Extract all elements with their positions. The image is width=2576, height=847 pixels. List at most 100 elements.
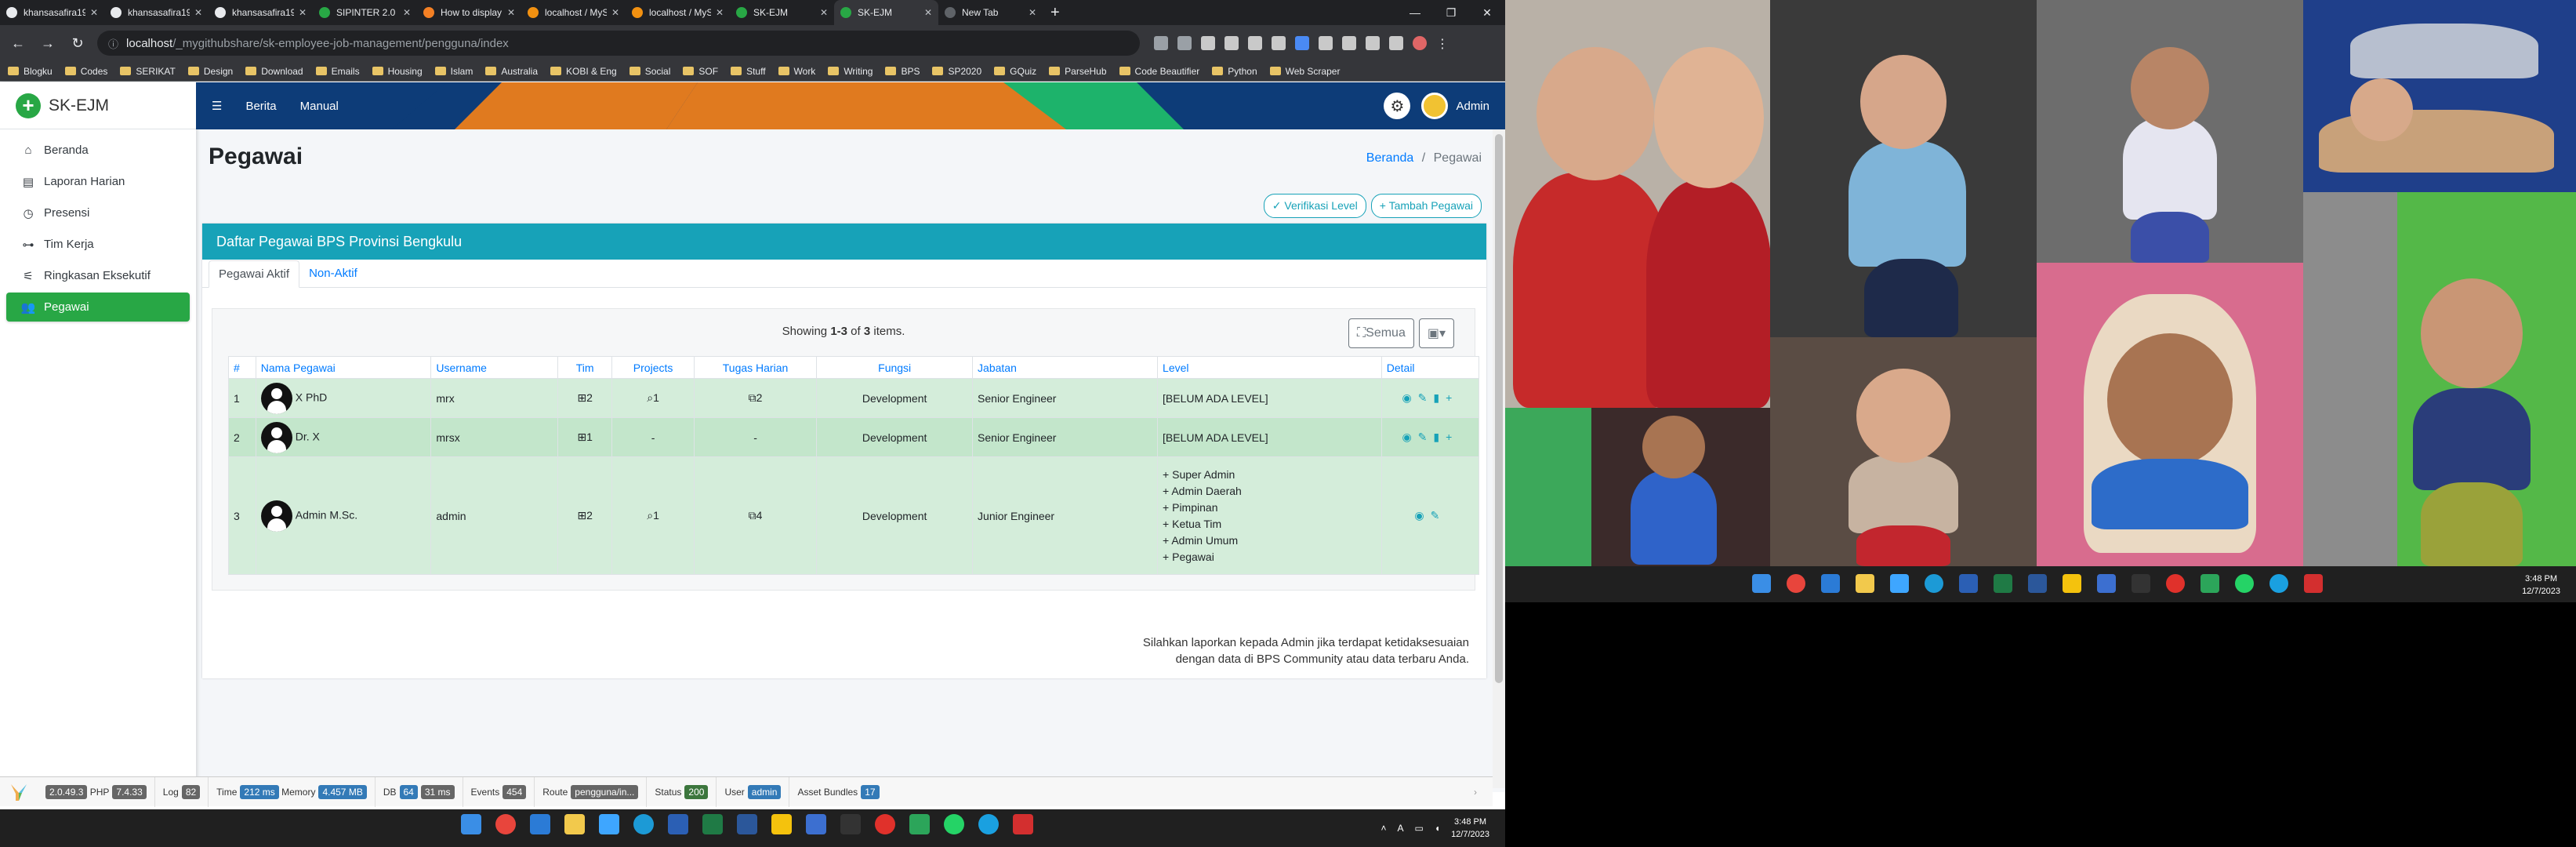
bookmark-item[interactable]: ParseHub [1049, 66, 1107, 77]
security-icon[interactable] [806, 814, 826, 834]
globe-icon[interactable] [2269, 574, 2288, 593]
terminal-icon[interactable] [840, 814, 861, 834]
extension-icon[interactable] [1225, 36, 1239, 50]
bookmark-item[interactable]: Work [778, 66, 815, 77]
bookmark-item[interactable]: Python [1212, 66, 1257, 77]
debug-assets[interactable]: Asset Bundles 17 [789, 777, 887, 807]
sidebar-item-pegawai[interactable]: 👥 Pegawai [6, 293, 190, 322]
extension-icon[interactable] [1319, 36, 1333, 50]
excel-icon[interactable] [1994, 574, 2012, 593]
pencil-icon[interactable]: ✎ [1418, 391, 1434, 404]
browser-tab[interactable]: How to display im ✕ [417, 0, 521, 25]
browser-tab[interactable]: khansasafira19/ski ✕ [0, 0, 104, 25]
bookmark-item[interactable]: Blogku [8, 66, 53, 77]
bookmark-item[interactable]: SOF [683, 66, 718, 77]
file-explorer-icon[interactable] [564, 814, 585, 834]
pdf-icon[interactable] [2304, 574, 2323, 593]
tab-close-icon[interactable]: ✕ [716, 7, 724, 18]
bookmark-item[interactable]: Social [629, 66, 670, 77]
puzzle-icon[interactable] [1366, 36, 1380, 50]
menu-kebab-icon[interactable]: ⋮ [1436, 36, 1449, 51]
visio-icon[interactable] [668, 814, 688, 834]
debug-user[interactable]: User admin [717, 776, 790, 807]
bookmark-item[interactable]: Download [245, 66, 303, 77]
tab-close-icon[interactable]: ✕ [403, 7, 411, 18]
terminal-icon[interactable] [2132, 574, 2150, 593]
input-method-icon[interactable]: A [1397, 823, 1403, 834]
tab-non-aktif[interactable]: Non-Aktif [299, 260, 367, 286]
verifikasi-level-button[interactable]: ✓ Verifikasi Level [1263, 194, 1366, 218]
bookmark-item[interactable]: SP2020 [932, 66, 981, 77]
vscode-icon[interactable] [1821, 574, 1840, 593]
browser-tab[interactable]: SIPINTER 2.0 ✕ [313, 0, 417, 25]
clock[interactable]: 3:48 PM 12/7/2023 [1451, 816, 1489, 841]
column-header[interactable]: Level [1157, 356, 1382, 379]
browser-tab[interactable]: localhost / MySQL ✕ [521, 0, 626, 25]
pdf-icon[interactable] [1013, 814, 1033, 834]
todo-icon[interactable] [599, 814, 619, 834]
minimize-icon[interactable]: — [1397, 0, 1433, 25]
eye-icon[interactable]: ◉ [1402, 391, 1417, 404]
debug-status[interactable]: Status 200 [647, 776, 717, 807]
chrome-icon[interactable] [1787, 574, 1805, 593]
export-button[interactable]: ▣▾ [1418, 318, 1454, 348]
column-header[interactable]: Username [430, 356, 558, 379]
avatar[interactable] [1421, 93, 1449, 119]
windows-start-icon[interactable] [1752, 574, 1771, 593]
bookmark-item[interactable]: Stuff [731, 66, 766, 77]
bookmark-item[interactable]: GQuiz [994, 66, 1036, 77]
sidebar-item-tim-kerja[interactable]: ⊶ Tim Kerja [6, 230, 190, 259]
tab-pegawai-aktif[interactable]: Pegawai Aktif [209, 260, 300, 288]
chevron-up-icon[interactable]: ˄ [1381, 823, 1386, 834]
column-header[interactable]: Tugas Harian [693, 356, 818, 379]
todo-icon[interactable] [1890, 574, 1909, 593]
bookmark-item[interactable]: BPS [885, 66, 920, 77]
back-icon[interactable]: ← [6, 31, 30, 55]
column-header[interactable]: Nama Pegawai [255, 356, 432, 379]
menu-toggle-icon[interactable]: ☰ [212, 99, 222, 113]
column-header[interactable]: Projects [611, 356, 695, 379]
tab-close-icon[interactable]: ✕ [299, 7, 307, 18]
extension-icon[interactable] [1201, 36, 1215, 50]
close-window-icon[interactable]: ✕ [1469, 0, 1505, 25]
word-icon[interactable] [737, 814, 757, 834]
employee-name[interactable]: X PhD [296, 391, 327, 403]
globe-icon[interactable] [978, 814, 999, 834]
eye-icon[interactable]: ◉ [1414, 509, 1430, 522]
browser-tab[interactable]: khansasafira19/sko ✕ [209, 0, 313, 25]
bookmark-item[interactable]: Writing [828, 66, 873, 77]
windows-start-icon[interactable] [461, 814, 481, 834]
pencil-icon[interactable]: ✎ [1418, 431, 1434, 443]
chrome-icon[interactable] [495, 814, 516, 834]
vscode-icon[interactable] [530, 814, 550, 834]
nav-manual[interactable]: Manual [300, 100, 339, 113]
bookmark-item[interactable]: Code Beautifier [1119, 66, 1199, 77]
notepad-icon[interactable] [909, 814, 930, 834]
excel-icon[interactable] [702, 814, 723, 834]
sidebar-item-presensi[interactable]: ◷ Presensi [6, 198, 190, 227]
browser-tab[interactable]: New Tab ✕ [938, 0, 1043, 25]
secondary-clock[interactable]: 3:48 PM 12/7/2023 [2522, 573, 2560, 598]
column-header[interactable]: Jabatan [972, 356, 1159, 379]
maximize-icon[interactable]: ❐ [1433, 0, 1469, 25]
security-icon[interactable] [2097, 574, 2116, 593]
whatsapp-icon[interactable] [2235, 574, 2254, 593]
employee-name[interactable]: Dr. X [296, 430, 320, 442]
tab-close-icon[interactable]: ✕ [507, 7, 515, 18]
trash-icon[interactable]: ▮ [1433, 431, 1446, 443]
profile-avatar[interactable] [1413, 36, 1427, 50]
eye-icon[interactable]: ◉ [1402, 431, 1417, 443]
tab-close-icon[interactable]: ✕ [820, 7, 828, 18]
bookmark-item[interactable]: Housing [372, 66, 423, 77]
address-bar[interactable]: ⓘ localhost /_mygithubshare/sk-employee-… [97, 31, 1140, 56]
browser-tab[interactable]: SK-EJM ✕ [730, 0, 834, 25]
show-all-button[interactable]: ⛶ Semua [1348, 318, 1414, 348]
file-explorer-icon[interactable] [1856, 574, 1874, 593]
debug-events[interactable]: Events 454 [463, 776, 535, 807]
side-panel-icon[interactable] [1389, 36, 1403, 50]
forward-icon[interactable]: → [36, 31, 60, 55]
employee-name[interactable]: Admin M.Sc. [296, 508, 357, 521]
column-header[interactable]: Tim [557, 356, 613, 379]
media-icon[interactable] [875, 814, 895, 834]
share-icon[interactable] [1154, 36, 1168, 50]
